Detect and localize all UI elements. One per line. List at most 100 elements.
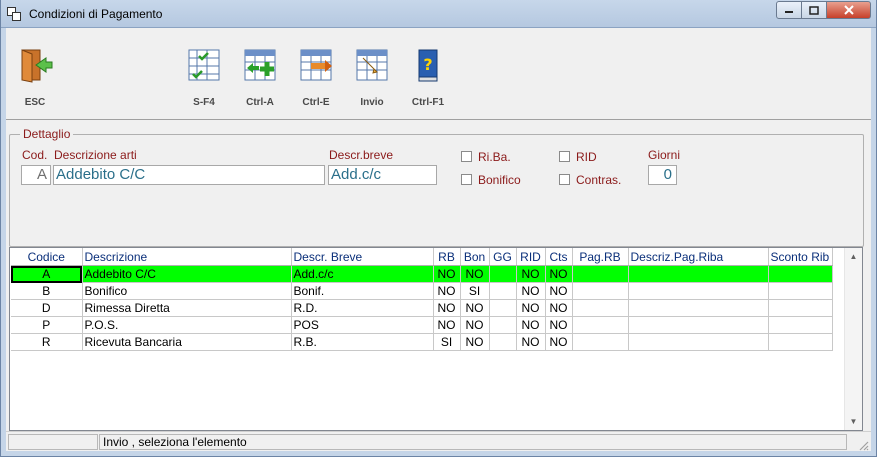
table-cell[interactable]: NO <box>460 316 490 334</box>
column-header[interactable]: RID <box>516 248 546 266</box>
table-cell[interactable] <box>768 333 833 351</box>
description-field[interactable]: Addebito C/C <box>53 165 325 185</box>
column-header[interactable]: Descrizione <box>82 248 292 266</box>
table-cell[interactable]: NO <box>545 282 573 300</box>
table-cell[interactable] <box>572 282 629 300</box>
table-cell[interactable]: Bonif. <box>291 282 434 300</box>
table-cell[interactable]: NO <box>516 333 546 351</box>
table-row[interactable]: A Addebito C/C Add.c/c NO NO NO NO <box>11 265 833 283</box>
table-cell[interactable]: NO <box>433 282 461 300</box>
table-cell[interactable] <box>768 316 833 334</box>
table-cell[interactable]: Ricevuta Bancaria <box>82 333 292 351</box>
table-cell[interactable] <box>628 282 769 300</box>
column-header[interactable]: Codice <box>11 248 83 266</box>
table-row[interactable]: P P.O.S. POS NO NO NO NO <box>11 316 833 334</box>
table-cell[interactable] <box>572 316 629 334</box>
table-cell[interactable]: NO <box>433 299 461 317</box>
riba-label: Ri.Ba. <box>478 150 511 164</box>
table-cell[interactable]: R.B. <box>291 333 434 351</box>
table-cell[interactable]: NO <box>516 282 546 300</box>
giorni-field[interactable]: 0 <box>648 165 677 185</box>
table-cell[interactable] <box>628 333 769 351</box>
column-header[interactable]: Descr. Breve <box>291 248 434 266</box>
minimize-button[interactable] <box>776 1 802 19</box>
table-cell[interactable] <box>628 265 769 283</box>
table-cell[interactable]: P <box>11 316 83 334</box>
toolbar-button-ctrl-a[interactable]: Ctrl-A <box>235 46 285 108</box>
table-cell[interactable]: P.O.S. <box>82 316 292 334</box>
table-row[interactable]: B Bonifico Bonif. NO SI NO NO <box>11 282 833 300</box>
bonifico-label: Bonifico <box>478 173 521 187</box>
column-header[interactable]: Descriz.Pag.Riba <box>628 248 769 266</box>
table-cell[interactable]: Rimessa Diretta <box>82 299 292 317</box>
table-cell[interactable]: NO <box>545 316 573 334</box>
table-cell[interactable] <box>628 299 769 317</box>
riba-checkbox[interactable] <box>461 151 472 162</box>
table-cell[interactable] <box>489 265 517 283</box>
contras-checkbox[interactable] <box>559 174 570 185</box>
table-cell[interactable] <box>572 265 629 283</box>
rid-checkbox[interactable] <box>559 151 570 162</box>
table-cell[interactable]: NO <box>545 333 573 351</box>
table-cell[interactable]: NO <box>545 265 573 283</box>
table-cell[interactable] <box>489 282 517 300</box>
grid-table: Codice Descrizione Descr. Breve RB Bon G… <box>11 248 833 351</box>
table-cell[interactable] <box>768 265 833 283</box>
cod-label: Cod. <box>22 148 48 162</box>
maximize-icon <box>809 5 819 15</box>
column-header[interactable]: Cts <box>545 248 573 266</box>
table-cell[interactable] <box>768 282 833 300</box>
toolbar-button-ctrl-e[interactable]: Ctrl-E <box>291 46 341 108</box>
scroll-up-icon[interactable]: ▲ <box>845 248 862 265</box>
table-cell[interactable]: POS <box>291 316 434 334</box>
table-cell[interactable] <box>489 316 517 334</box>
table-cell[interactable]: NO <box>516 265 546 283</box>
column-header[interactable]: Pag.RB <box>572 248 629 266</box>
column-header[interactable]: Bon <box>460 248 490 266</box>
column-header[interactable]: GG <box>489 248 517 266</box>
table-cell[interactable] <box>628 316 769 334</box>
table-cell[interactable] <box>572 333 629 351</box>
table-cell[interactable]: A <box>11 265 83 283</box>
column-header[interactable]: RB <box>433 248 461 266</box>
bonifico-checkbox[interactable] <box>461 174 472 185</box>
table-row[interactable]: R Ricevuta Bancaria R.B. SI NO NO NO <box>11 333 833 351</box>
table-cell[interactable]: R.D. <box>291 299 434 317</box>
table-cell[interactable]: Add.c/c <box>291 265 434 283</box>
vertical-scrollbar[interactable]: ▲ ▼ <box>844 248 862 430</box>
toolbar-label: S-F4 <box>193 97 215 108</box>
table-cell[interactable]: NO <box>433 265 461 283</box>
table-cell[interactable]: NO <box>516 316 546 334</box>
esc-button[interactable]: ESC <box>10 46 60 108</box>
table-cell[interactable]: NO <box>460 265 490 283</box>
table-cell[interactable]: B <box>11 282 83 300</box>
table-cell[interactable]: NO <box>460 333 490 351</box>
toolbar-button-ctrl-f1[interactable]: ? Ctrl-F1 <box>403 46 453 108</box>
toolbar-button-s-f4[interactable]: S-F4 <box>179 46 229 108</box>
table-cell[interactable]: NO <box>545 299 573 317</box>
toolbar-label: Ctrl-A <box>246 97 274 108</box>
column-header[interactable]: Sconto Rib <box>768 248 833 266</box>
table-cell[interactable]: SI <box>433 333 461 351</box>
table-cell[interactable]: NO <box>516 299 546 317</box>
close-button[interactable] <box>827 1 871 19</box>
table-cell[interactable] <box>489 299 517 317</box>
table-cell[interactable]: NO <box>460 299 490 317</box>
short-description-field[interactable]: Add.c/c <box>328 165 437 185</box>
resize-grip-icon[interactable] <box>857 439 869 451</box>
table-row[interactable]: D Rimessa Diretta R.D. NO NO NO NO <box>11 299 833 317</box>
payment-grid[interactable]: Codice Descrizione Descr. Breve RB Bon G… <box>9 247 863 431</box>
maximize-button[interactable] <box>802 1 827 19</box>
table-cell[interactable]: R <box>11 333 83 351</box>
table-cell[interactable] <box>489 333 517 351</box>
scroll-down-icon[interactable]: ▼ <box>845 413 862 430</box>
toolbar-button-invio[interactable]: Invio <box>347 46 397 108</box>
cod-field[interactable]: A <box>21 165 51 185</box>
table-cell[interactable]: SI <box>460 282 490 300</box>
table-cell[interactable]: NO <box>433 316 461 334</box>
table-cell[interactable]: Bonifico <box>82 282 292 300</box>
table-cell[interactable] <box>768 299 833 317</box>
table-cell[interactable]: D <box>11 299 83 317</box>
table-cell[interactable]: Addebito C/C <box>82 265 292 283</box>
table-cell[interactable] <box>572 299 629 317</box>
